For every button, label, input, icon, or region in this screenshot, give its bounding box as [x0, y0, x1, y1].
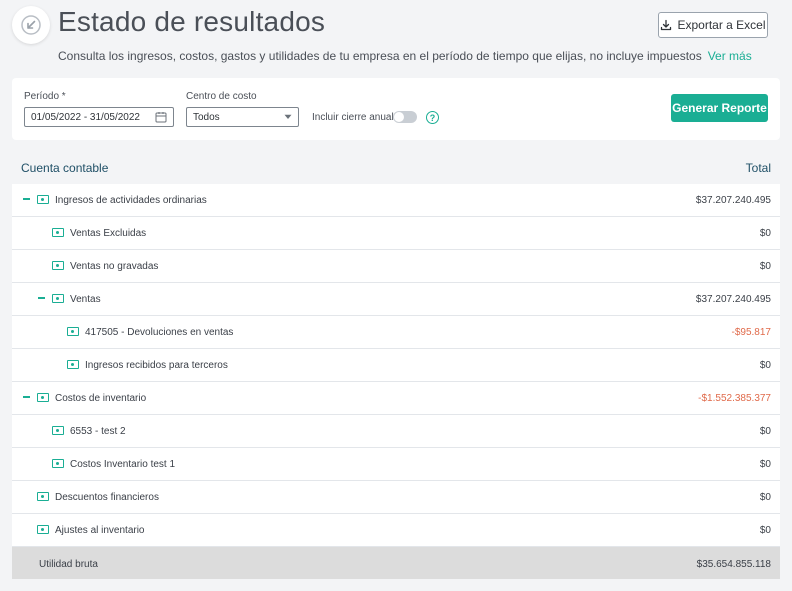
account-name: Costos Inventario test 1	[70, 459, 176, 470]
account-amount: $0	[759, 525, 771, 536]
page-title: Estado de resultados	[58, 6, 326, 37]
account-icon	[52, 294, 64, 303]
include-annual-close-toggle[interactable]	[393, 111, 417, 123]
table-header: Cuenta contable Total	[12, 150, 780, 184]
account-icon	[67, 327, 79, 336]
table-row[interactable]: Ajustes al inventario $0	[12, 514, 780, 547]
account-icon	[52, 261, 64, 270]
toggle-knob	[394, 112, 404, 122]
account-amount: $0	[759, 426, 771, 437]
chevron-down-icon	[284, 114, 292, 119]
account-name: Costos de inventario	[55, 393, 147, 404]
period-label: Período *	[24, 91, 66, 102]
see-more-link[interactable]: Ver más	[708, 49, 752, 63]
table-row[interactable]: Ventas $37.207.240.495	[12, 283, 780, 316]
subtitle-text: Consulta los ingresos, costos, gastos y …	[58, 49, 702, 63]
account-name: Ajustes al inventario	[55, 525, 145, 536]
account-name: Ventas no gravadas	[70, 261, 159, 272]
period-date-range-input[interactable]: 01/05/2022 - 31/05/2022	[24, 107, 174, 127]
generate-report-button[interactable]: Generar Reporte	[671, 94, 768, 122]
collapse-icon[interactable]	[23, 396, 30, 398]
export-excel-label: Exportar a Excel	[677, 18, 766, 32]
column-header-total: Total	[745, 161, 771, 175]
filters-panel: Período * 01/05/2022 - 31/05/2022 Centro…	[12, 78, 780, 140]
app-logo-icon[interactable]	[12, 6, 50, 44]
page-subtitle: Consulta los ingresos, costos, gastos y …	[58, 49, 752, 63]
table-row[interactable]: Descuentos financieros $0	[12, 481, 780, 514]
help-icon[interactable]: ?	[426, 111, 439, 124]
download-icon	[661, 19, 672, 31]
account-icon	[37, 525, 49, 534]
account-icon	[52, 228, 64, 237]
account-amount: $0	[759, 360, 771, 371]
total-label: Utilidad bruta	[39, 559, 98, 570]
account-amount: $0	[759, 228, 771, 239]
account-name: Ventas Excluidas	[70, 228, 147, 239]
include-annual-close-label: Incluir cierre anual	[312, 112, 394, 123]
table-row[interactable]: Ventas no gravadas $0	[12, 250, 780, 283]
collapse-icon[interactable]	[23, 198, 30, 200]
account-name: Descuentos financieros	[55, 492, 159, 503]
period-value: 01/05/2022 - 31/05/2022	[31, 111, 140, 123]
export-excel-button[interactable]: Exportar a Excel	[658, 12, 768, 38]
account-icon	[52, 426, 64, 435]
account-amount: $0	[759, 459, 771, 470]
account-icon	[37, 492, 49, 501]
table-row[interactable]: Ingresos recibidos para terceros $0	[12, 349, 780, 382]
account-icon	[37, 195, 49, 204]
table-row[interactable]: Costos Inventario test 1 $0	[12, 448, 780, 481]
table-row[interactable]: 417505 - Devoluciones en ventas -$95.817	[12, 316, 780, 349]
account-name: Ingresos de actividades ordinarias	[55, 195, 207, 206]
table-row[interactable]: Ventas Excluidas $0	[12, 217, 780, 250]
account-icon	[37, 393, 49, 402]
account-name: Ventas	[70, 294, 101, 305]
calendar-icon[interactable]	[155, 111, 167, 123]
table-row[interactable]: Costos de inventario -$1.552.385.377	[12, 382, 780, 415]
accounts-table: Ingresos de actividades ordinarias $37.20…	[12, 184, 780, 579]
account-icon	[52, 459, 64, 468]
account-amount: $0	[759, 492, 771, 503]
column-header-account: Cuenta contable	[21, 161, 109, 175]
account-amount: -$1.552.385.377	[698, 393, 771, 404]
page-header: Estado de resultados Consulta los ingres…	[0, 0, 792, 72]
cost-center-label: Centro de costo	[186, 91, 257, 102]
cost-center-select[interactable]: Todos	[186, 107, 299, 127]
collapse-icon[interactable]	[38, 297, 45, 299]
account-amount: $37.207.240.495	[695, 195, 771, 206]
gross-profit-row: Utilidad bruta $35.654.855.118	[12, 547, 780, 579]
account-amount: $0	[759, 261, 771, 272]
account-name: Ingresos recibidos para terceros	[85, 360, 228, 371]
account-amount: -$95.817	[731, 327, 771, 338]
account-icon	[67, 360, 79, 369]
account-name: 6553 - test 2	[70, 426, 126, 437]
table-row[interactable]: 6553 - test 2 $0	[12, 415, 780, 448]
total-amount: $35.654.855.118	[696, 559, 771, 570]
cost-center-value: Todos	[193, 111, 220, 123]
table-row[interactable]: Ingresos de actividades ordinarias $37.20…	[12, 184, 780, 217]
account-name: 417505 - Devoluciones en ventas	[85, 327, 234, 338]
account-amount: $37.207.240.495	[695, 294, 771, 305]
